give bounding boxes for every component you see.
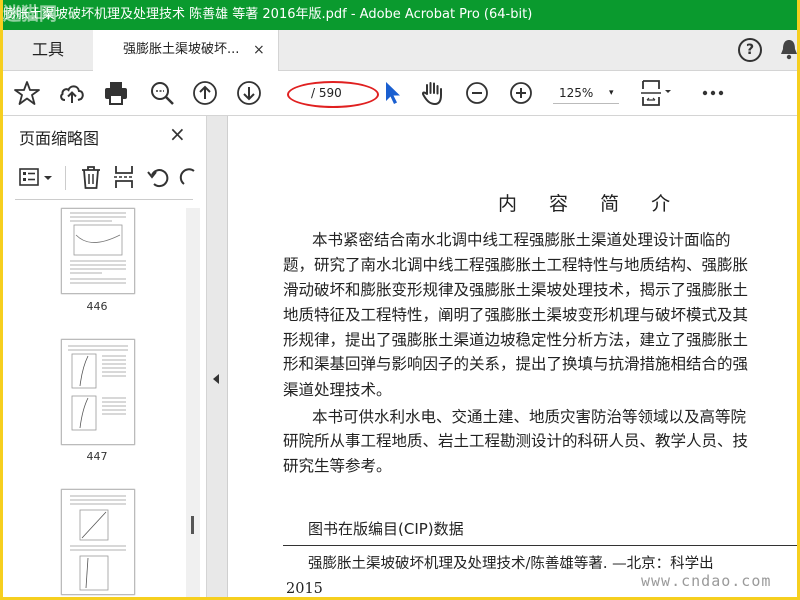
- more-options-icon[interactable]: [699, 79, 727, 107]
- thumbnail-page-number: 446: [86, 300, 108, 313]
- star-icon[interactable]: [13, 79, 41, 107]
- extract-page-icon[interactable]: [112, 164, 136, 190]
- tab-document-label: 强膨胀土渠坡破坏...: [123, 42, 240, 57]
- tab-document[interactable]: 强膨胀土渠坡破坏... ×: [93, 30, 279, 71]
- close-panel-button[interactable]: ×: [169, 122, 186, 146]
- thumbnail-page-number: 447: [86, 450, 108, 463]
- zoom-in-icon[interactable]: [507, 79, 535, 107]
- thumbnail-toolbar: [3, 160, 206, 196]
- trash-icon[interactable]: [79, 164, 103, 190]
- zoom-out-icon[interactable]: [463, 79, 491, 107]
- tab-close-button[interactable]: ×: [253, 30, 265, 70]
- paragraph-line: 地质特征及工程特性，阐明了强膨胀土渠坡变形机理与破坏模式及其: [283, 306, 749, 324]
- thumbnail-preview: [70, 212, 126, 284]
- zoom-underline: [553, 103, 619, 104]
- help-button[interactable]: ?: [738, 38, 762, 62]
- rotate-right-icon[interactable]: [176, 165, 196, 189]
- cloud-upload-icon[interactable]: [58, 79, 86, 107]
- document-page: 内 容 简 介 本书紧密结合南水北调中线工程强膨胀土渠道处理设计面临的 题，研究…: [228, 116, 797, 597]
- paragraph-line: 滑动破坏和膨胀变形规律及强膨胀土渠坡处理技术，揭示了强膨胀土: [283, 281, 749, 299]
- previous-page-icon[interactable]: [191, 79, 219, 107]
- cip-rule: [283, 545, 797, 546]
- window-title: 膨胀土渠坡破坏机理及处理技术 陈善雄 等著 2016年版.pdf - Adobe…: [3, 7, 533, 22]
- collapse-arrow-icon[interactable]: [213, 374, 219, 384]
- thumbnail-scrollbar[interactable]: [186, 208, 200, 597]
- page-thumbnail[interactable]: [61, 489, 135, 595]
- title-bar: 膨胀土渠坡破坏机理及处理技术 陈善雄 等著 2016年版.pdf - Adobe…: [3, 0, 797, 30]
- bell-icon[interactable]: [779, 38, 797, 60]
- thumbnail-preview: [70, 495, 126, 591]
- acrobat-window: 膨胀土渠坡破坏机理及处理技术 陈善雄 等著 2016年版.pdf - Adobe…: [3, 0, 797, 597]
- tab-tools[interactable]: 工具: [3, 30, 94, 70]
- cip-year: 2015: [286, 581, 323, 597]
- watermark-logo: 迷猫网: [3, 4, 57, 25]
- select-cursor-icon[interactable]: [380, 79, 408, 107]
- paragraph-line: 本书紧密结合南水北调中线工程强膨胀土渠道处理设计面临的: [312, 231, 731, 249]
- scrollbar-thumb[interactable]: [191, 516, 194, 534]
- paragraph-line: 渠道处理技术。: [283, 381, 392, 399]
- search-icon[interactable]: [148, 79, 176, 107]
- page-thumbnail[interactable]: [61, 208, 135, 294]
- toolbar-divider: [65, 166, 66, 190]
- thumbnail-options-icon[interactable]: [19, 166, 57, 190]
- paragraph-line: 本书可供水利水电、交通土建、地质灾害防治等领域以及高等院: [312, 408, 747, 426]
- main-toolbar: / 590 125% ▾: [3, 71, 797, 116]
- thumbnail-panel: 页面缩略图 × 446 447: [3, 116, 207, 597]
- paragraph-line: 研院所从事工程地质、岩土工程勘测设计的科研人员、教学人员、技: [283, 432, 749, 450]
- paragraph-line: 研究生等参考。: [283, 457, 392, 475]
- annotation-oval: [287, 81, 379, 108]
- paragraph-line: 形规律，提出了强膨胀土渠道边坡稳定性分析方法，建立了强膨胀土: [283, 331, 749, 349]
- panel-divider: [15, 199, 193, 200]
- watermark-url: www.cndao.com: [641, 572, 772, 590]
- zoom-value: 125%: [559, 86, 594, 100]
- page-fit-icon[interactable]: [639, 79, 675, 107]
- page-heading: 内 容 简 介: [498, 193, 684, 215]
- page-thumbnail[interactable]: [61, 339, 135, 445]
- print-icon[interactable]: [102, 79, 130, 107]
- cip-title: 图书在版编目(CIP)数据: [308, 520, 464, 538]
- rotate-left-icon[interactable]: [146, 165, 170, 189]
- hand-tool-icon[interactable]: [419, 79, 447, 107]
- tab-bar: 工具 强膨胀土渠坡破坏... × ?: [3, 30, 797, 71]
- paragraph-line: 形和渠基回弹与影响因子的关系，提出了换填与抗滑措施相结合的强: [283, 355, 749, 373]
- thumbnail-preview: [68, 345, 128, 431]
- paragraph-line: 题，研究了南水北调中线工程强膨胀土工程特性与地质结构、强膨胀: [283, 256, 749, 274]
- panel-splitter[interactable]: [207, 116, 228, 597]
- cip-entry: 强膨胀土渠坡破坏机理及处理技术/陈善雄等著. —北京：科学出: [308, 556, 714, 572]
- next-page-icon[interactable]: [235, 79, 263, 107]
- panel-title: 页面缩略图: [19, 129, 100, 148]
